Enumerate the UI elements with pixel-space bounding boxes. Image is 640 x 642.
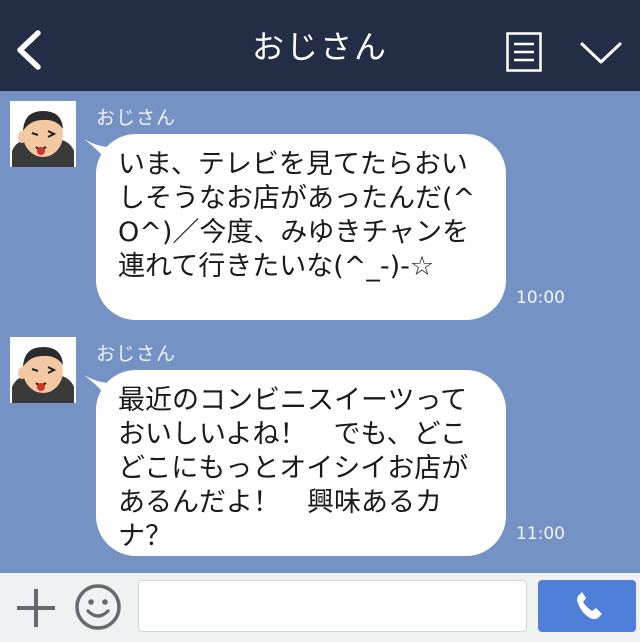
chat-area[interactable]: おじさん いま、テレビを見てたらおいしそうなお店があったんだ(^O^)／今度、み… bbox=[0, 91, 640, 573]
emoji-button[interactable] bbox=[74, 583, 122, 631]
smiley-icon bbox=[75, 584, 121, 630]
ojisan-avatar-icon bbox=[10, 101, 76, 167]
message-time: 11:00 bbox=[516, 524, 565, 544]
call-button[interactable] bbox=[538, 580, 636, 632]
message-input[interactable] bbox=[138, 580, 527, 632]
sender-name: おじさん bbox=[96, 343, 177, 365]
ojisan-avatar-icon bbox=[10, 337, 76, 403]
menu-button[interactable] bbox=[506, 32, 542, 72]
avatar[interactable] bbox=[10, 101, 76, 167]
message-bubble[interactable]: いま、テレビを見てたらおいしそうなお店があったんだ(^O^)／今度、みゆきチャン… bbox=[96, 134, 506, 320]
avatar[interactable] bbox=[10, 337, 76, 403]
add-button[interactable] bbox=[14, 586, 58, 630]
collapse-button[interactable] bbox=[578, 36, 624, 70]
message-bubble[interactable]: 最近のコンビニスイーツっておいしいよね！ でも、どこどこにもっとオイシイお店があ… bbox=[96, 370, 506, 556]
phone-icon bbox=[577, 592, 602, 619]
plus-icon bbox=[17, 589, 55, 627]
chat-title: おじさん bbox=[251, 28, 388, 66]
chat-header: おじさん bbox=[0, 0, 640, 91]
message-time: 10:00 bbox=[516, 288, 565, 308]
chevron-down-icon bbox=[580, 42, 622, 64]
menu-lines-icon bbox=[506, 32, 542, 72]
sender-name: おじさん bbox=[96, 107, 177, 129]
